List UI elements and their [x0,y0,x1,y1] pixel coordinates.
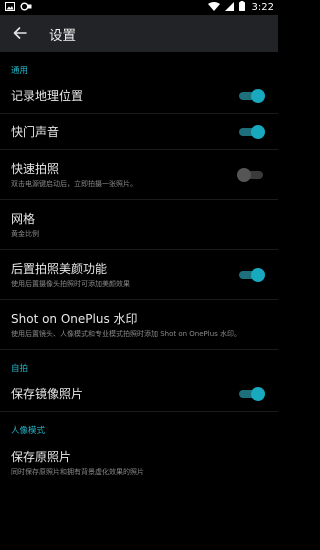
setting-rear-beauty[interactable]: 后置拍照美颜功能 使用后置摄像头拍照时可添加美颜效果 [0,250,278,300]
wifi-icon [207,1,220,14]
setting-title: 记录地理位置 [11,88,84,103]
setting-mirror[interactable]: 保存镜像照片 [0,376,278,412]
setting-summary: 同时保存原照片和拥有背景虚化效果的照片 [11,468,144,476]
arrow-left-icon [13,24,27,43]
setting-shutter-sound[interactable]: 快门声音 [0,114,278,150]
setting-save-original[interactable]: 保存原照片 同时保存原照片和拥有背景虚化效果的照片 [0,438,278,488]
shutter-sound-toggle[interactable] [238,124,265,139]
setting-watermark[interactable]: Shot on OnePlus 水印 使用后置镜头、人像模式和专业模式拍照时添加… [0,300,278,350]
status-time: 3:22 [251,2,274,13]
app-toolbar: 设置 [0,15,278,52]
page-title: 设置 [49,27,76,44]
setting-location[interactable]: 记录地理位置 [0,78,278,114]
mirror-toggle[interactable] [238,386,265,401]
settings-list: 通用 记录地理位置 快门声音 快速拍照 双击电源键启动后，立即拍摄一张照片。 网… [0,52,278,550]
rear-beauty-toggle[interactable] [238,267,265,282]
carrier-icon [20,2,32,14]
section-header-general: 通用 [11,66,29,76]
setting-title: 网格 [11,211,36,226]
section-header-portrait: 人像模式 [11,426,46,436]
signal-icon [224,1,234,14]
location-toggle[interactable] [238,88,265,103]
quick-capture-toggle[interactable] [237,167,264,182]
setting-summary: 黄金比例 [11,229,39,238]
image-icon [5,1,15,14]
setting-title: 保存镜像照片 [11,386,84,401]
setting-title: Shot on OnePlus 水印 [11,311,138,326]
status-bar: 3:22 [0,0,278,15]
setting-quick-capture[interactable]: 快速拍照 双击电源键启动后，立即拍摄一张照片。 [0,150,278,200]
setting-title: 保存原照片 [11,450,72,464]
section-header-selfie: 自拍 [11,364,29,374]
setting-title: 快门声音 [11,124,60,139]
battery-icon [238,1,245,14]
setting-summary: 使用后置镜头、人像模式和专业模式拍照时添加 Shot on OnePlus 水印… [11,329,242,338]
back-button[interactable] [2,15,38,52]
setting-grid[interactable]: 网格 黄金比例 [0,200,278,250]
